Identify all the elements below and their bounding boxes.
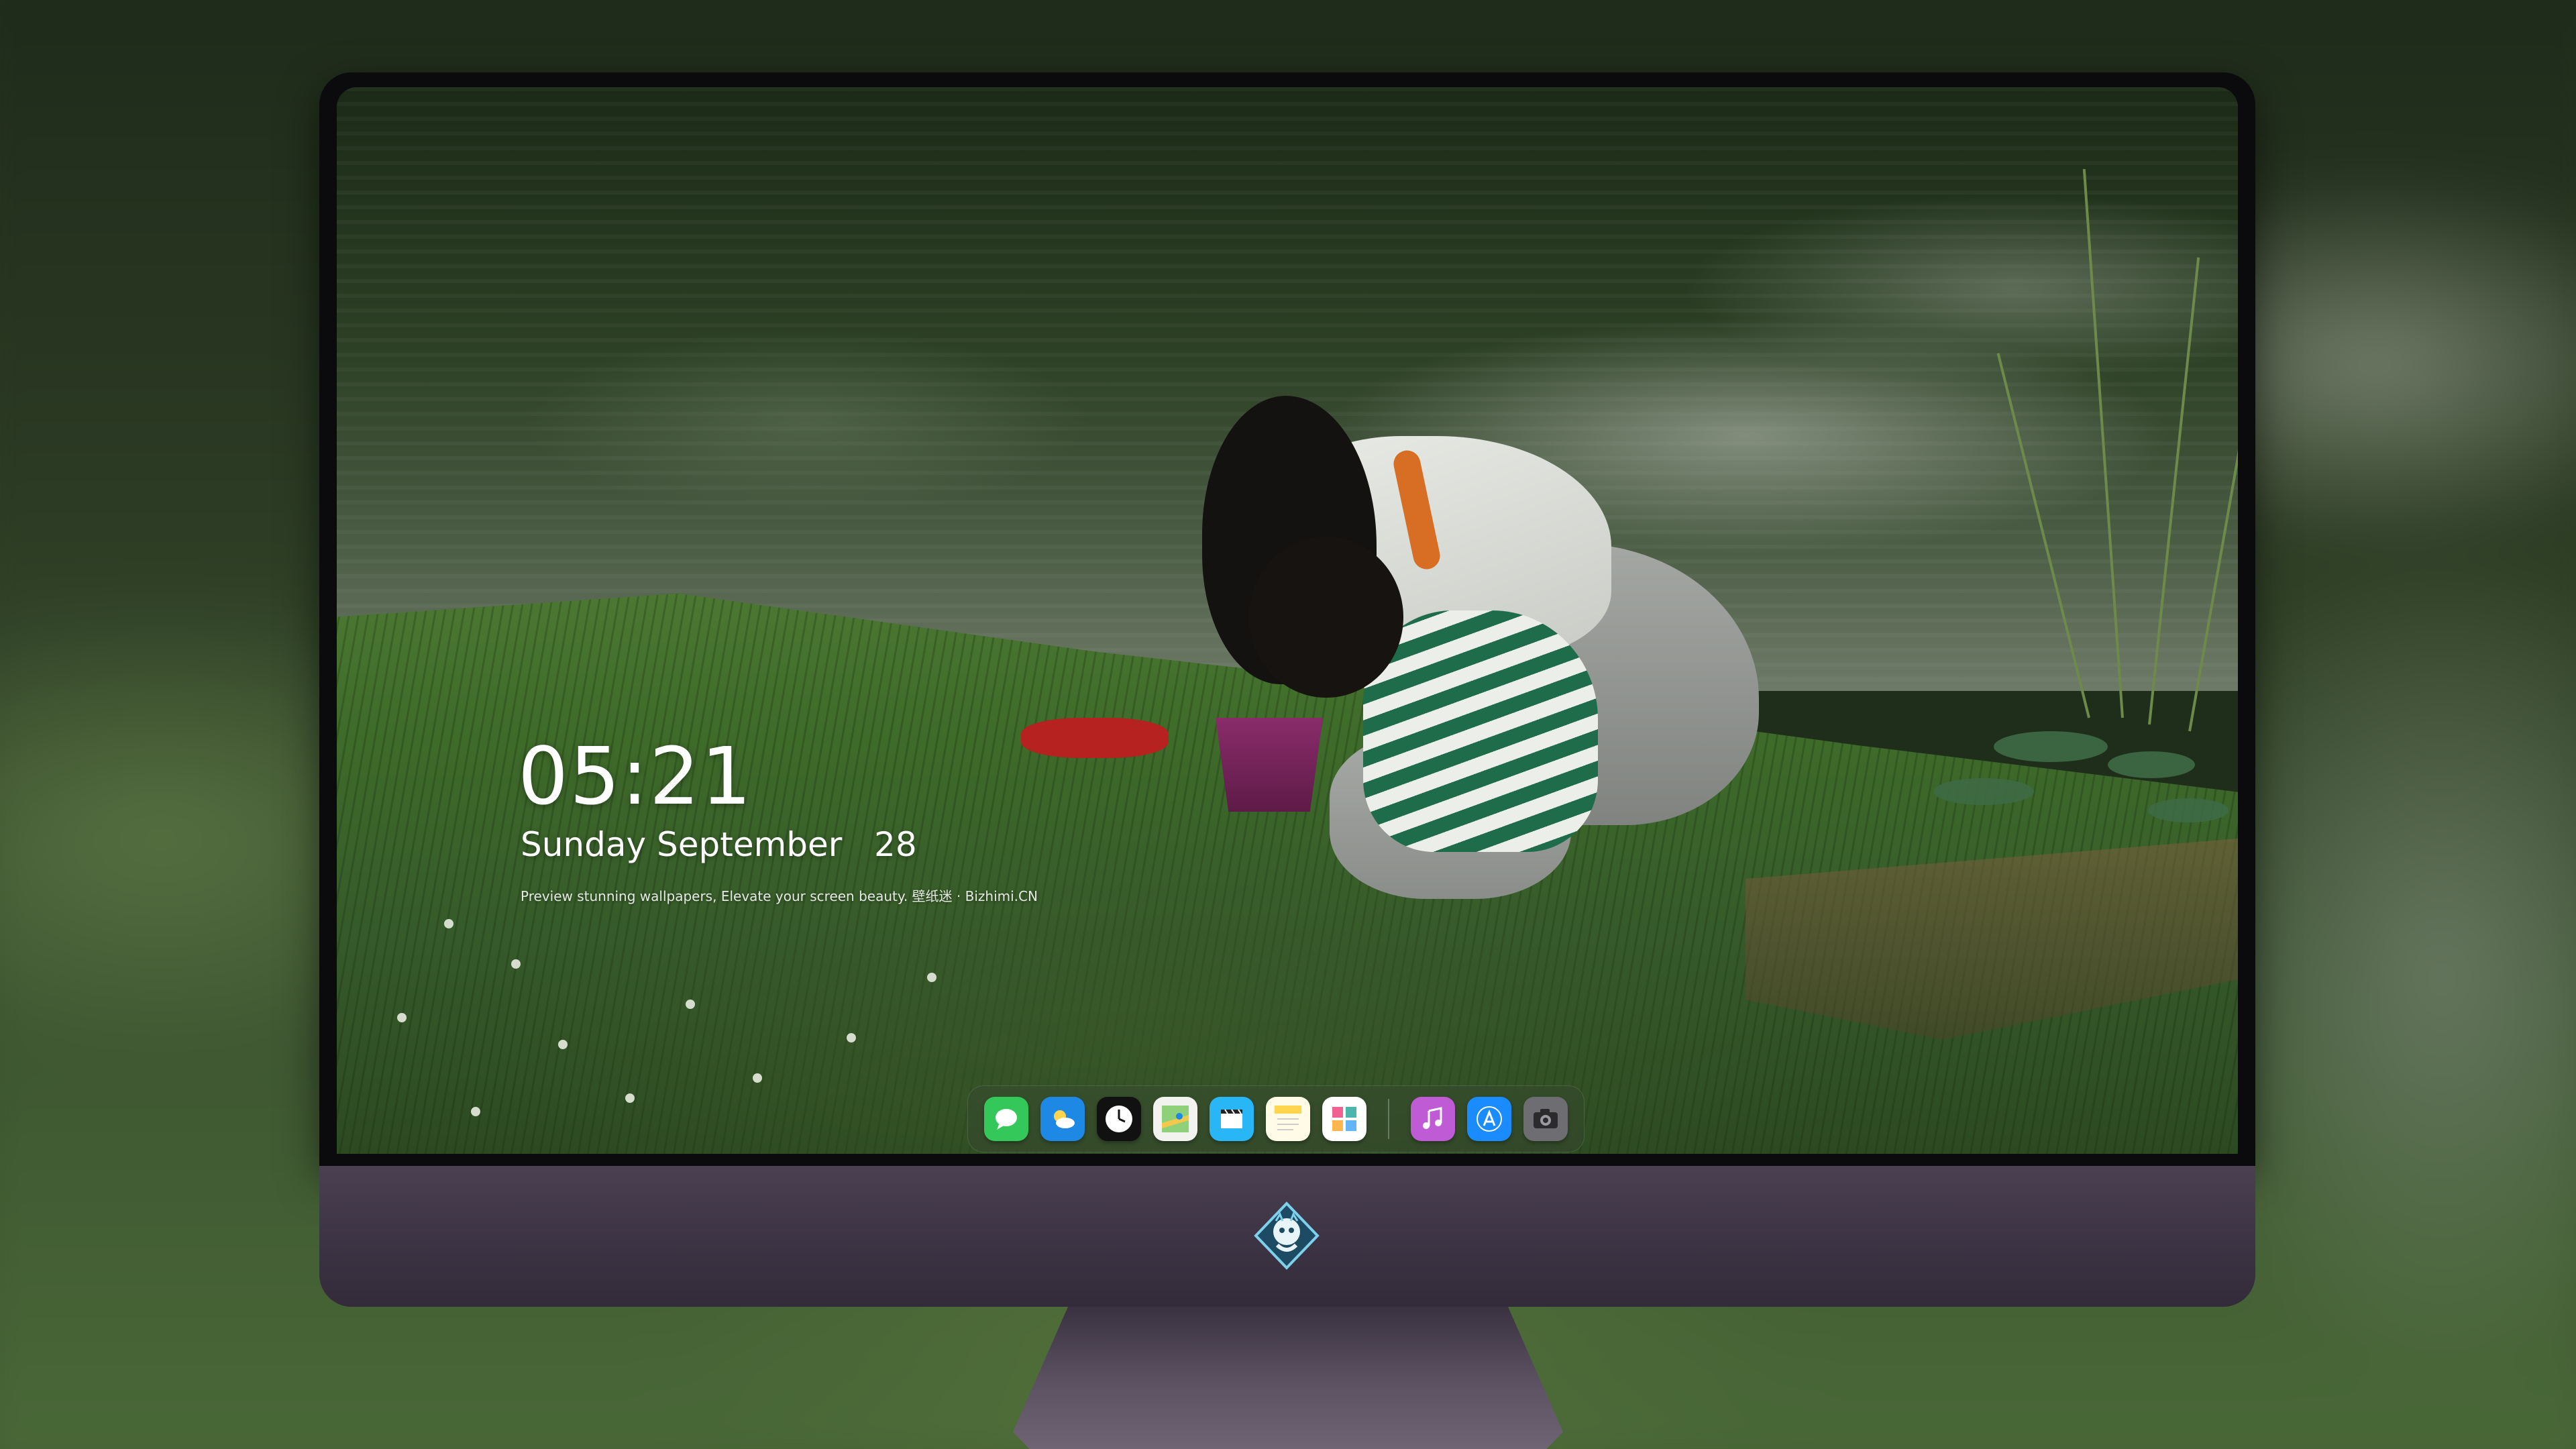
photo-collage-app-icon[interactable] [1322, 1097, 1366, 1141]
clover-flower [625, 1093, 635, 1103]
lily-pad [2108, 751, 2195, 778]
clips-app-icon[interactable] [1210, 1097, 1254, 1141]
lily-pad [2148, 798, 2229, 822]
dragon-mascot-logo-icon [1252, 1201, 1322, 1271]
boy-striped-shirt [1363, 610, 1598, 852]
lockscreen-clock: 05:21 [518, 730, 753, 822]
dock-separator [1388, 1099, 1389, 1139]
music-app-icon[interactable] [1411, 1097, 1455, 1141]
app-store-icon[interactable] [1467, 1097, 1511, 1141]
notes-app-icon[interactable] [1266, 1097, 1310, 1141]
desktop-screen: 05:21 Sunday September 28 Preview stunni… [337, 87, 2238, 1154]
clover-flower [471, 1107, 480, 1116]
clover-flower [847, 1033, 856, 1042]
boy-head [1249, 537, 1403, 698]
camera-app-icon[interactable] [1523, 1097, 1568, 1141]
purple-bucket [1216, 718, 1323, 812]
clover-flower [927, 973, 936, 982]
lockscreen-date: Sunday September 28 [521, 825, 917, 864]
clover-flower [753, 1073, 762, 1083]
weather-app-icon[interactable] [1040, 1097, 1085, 1141]
messages-app-icon[interactable] [984, 1097, 1028, 1141]
lily-pad [1933, 778, 2034, 805]
clover-flower [511, 959, 521, 969]
clover-flower [558, 1040, 568, 1049]
maps-app-icon[interactable] [1153, 1097, 1197, 1141]
clover-flower [444, 919, 453, 928]
clock-app-icon[interactable] [1097, 1097, 1141, 1141]
clover-flower [686, 1000, 695, 1009]
lily-pad [1994, 731, 2108, 762]
monitor-stand [1013, 1307, 1563, 1449]
dock [967, 1085, 1585, 1152]
lockscreen-tagline: Preview stunning wallpapers, Elevate you… [521, 888, 1038, 904]
clover-flower [397, 1013, 407, 1022]
red-cloth [1021, 718, 1169, 758]
